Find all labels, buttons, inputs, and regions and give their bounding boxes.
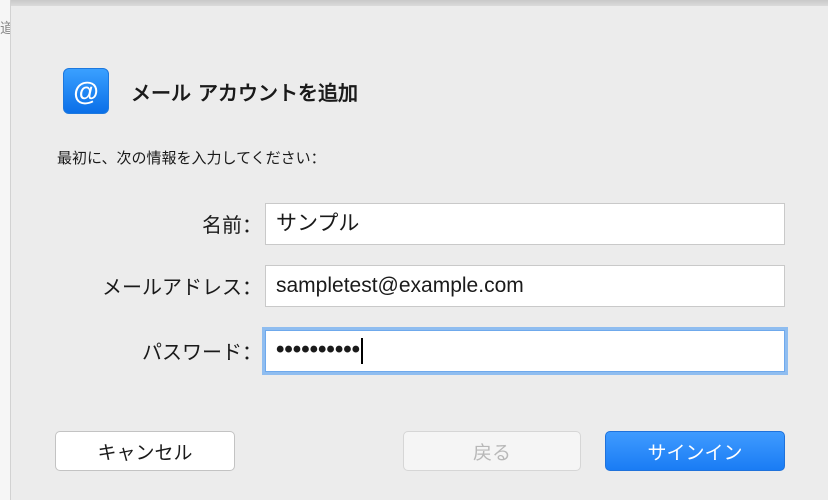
text-caret <box>361 338 364 365</box>
dialog-header: @ メール アカウントを追加 <box>63 68 358 114</box>
password-input[interactable]: •••••••••• <box>265 330 785 372</box>
add-mail-account-dialog: @ メール アカウントを追加 最初に、次の情報を入力してください： 名前： サン… <box>11 6 828 500</box>
background-window-glyph: 道 <box>0 21 10 37</box>
at-sign-icon: @ <box>63 68 109 114</box>
name-row: 名前： サンプル <box>11 203 828 249</box>
cancel-button[interactable]: キャンセル <box>55 431 235 471</box>
name-input[interactable]: サンプル <box>265 203 785 245</box>
password-row: パスワード： •••••••••• <box>11 330 828 376</box>
password-label: パスワード： <box>142 340 262 364</box>
name-label: 名前： <box>202 213 262 237</box>
password-value: •••••••••• <box>276 336 361 363</box>
email-label: メールアドレス： <box>102 275 262 299</box>
email-input[interactable]: sampletest@example.com <box>265 265 785 307</box>
background-window-edge: 道 <box>0 0 11 500</box>
email-row: メールアドレス： sampletest@example.com <box>11 265 828 311</box>
dialog-title: メール アカウントを追加 <box>131 80 358 105</box>
dialog-subtitle: 最初に、次の情報を入力してください： <box>57 149 326 167</box>
back-button[interactable]: 戻る <box>403 431 581 471</box>
sign-in-button[interactable]: サインイン <box>605 431 785 471</box>
